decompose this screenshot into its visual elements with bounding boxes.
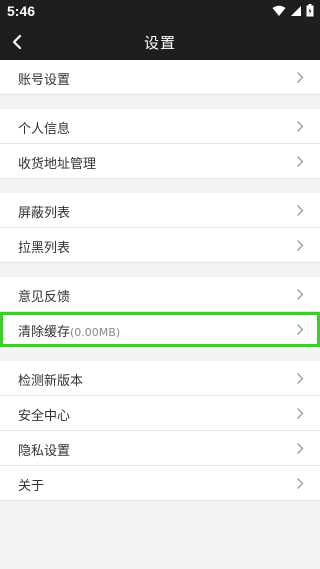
signal-icon: [291, 5, 301, 16]
settings-item-security-center[interactable]: 安全中心: [0, 396, 320, 431]
status-bar: 5:46: [0, 0, 320, 24]
chevron-right-icon: [297, 324, 304, 335]
section-divider: [0, 179, 320, 193]
chevron-right-icon: [297, 205, 304, 216]
settings-item-block-list[interactable]: 屏蔽列表: [0, 193, 320, 228]
section-divider: [0, 347, 320, 361]
chevron-right-icon: [297, 478, 304, 489]
clear-cache-label: 清除缓存: [18, 325, 71, 340]
wifi-icon: [272, 5, 286, 16]
chevron-right-icon: [297, 373, 304, 384]
settings-item-privacy[interactable]: 隐私设置: [0, 431, 320, 466]
settings-item-account[interactable]: 账号设置: [0, 60, 320, 95]
status-icons: [272, 4, 314, 17]
chevron-right-icon: [297, 156, 304, 167]
settings-item-label: 检测新版本: [18, 374, 84, 389]
settings-item-label: 收货地址管理: [18, 157, 97, 172]
cache-size-text: (0.00MB): [70, 326, 121, 339]
chevron-right-icon: [297, 240, 304, 251]
settings-item-address[interactable]: 收货地址管理: [0, 144, 320, 179]
chevron-right-icon: [297, 72, 304, 83]
settings-item-label: 个人信息: [18, 122, 71, 137]
settings-list: 账号设置 个人信息 收货地址管理 屏蔽列表 拉黑列表 意见反馈 清除缓存(0.0…: [0, 60, 320, 501]
settings-item-personal-info[interactable]: 个人信息: [0, 109, 320, 144]
chevron-right-icon: [297, 289, 304, 300]
settings-item-label: 屏蔽列表: [18, 206, 71, 221]
settings-item-label: 安全中心: [18, 409, 71, 424]
settings-item-about[interactable]: 关于: [0, 466, 320, 501]
page-title: 设置: [143, 34, 176, 52]
settings-item-clear-cache[interactable]: 清除缓存(0.00MB): [0, 312, 320, 347]
section-divider: [0, 263, 320, 277]
settings-item-label: 清除缓存(0.00MB): [18, 321, 120, 340]
top-nav-bar: 设置: [0, 24, 320, 60]
chevron-right-icon: [297, 408, 304, 419]
settings-item-blacklist[interactable]: 拉黑列表: [0, 228, 320, 263]
chevron-right-icon: [297, 121, 304, 132]
settings-item-label: 意见反馈: [18, 290, 71, 305]
section-divider: [0, 95, 320, 109]
settings-item-feedback[interactable]: 意见反馈: [0, 277, 320, 312]
status-time: 5:46: [7, 3, 36, 19]
settings-item-label: 账号设置: [18, 73, 71, 88]
settings-item-label: 关于: [18, 479, 45, 494]
settings-item-label: 隐私设置: [18, 444, 71, 459]
settings-item-label: 拉黑列表: [18, 241, 71, 256]
battery-icon: [306, 4, 314, 17]
settings-item-check-update[interactable]: 检测新版本: [0, 361, 320, 396]
chevron-right-icon: [297, 443, 304, 454]
